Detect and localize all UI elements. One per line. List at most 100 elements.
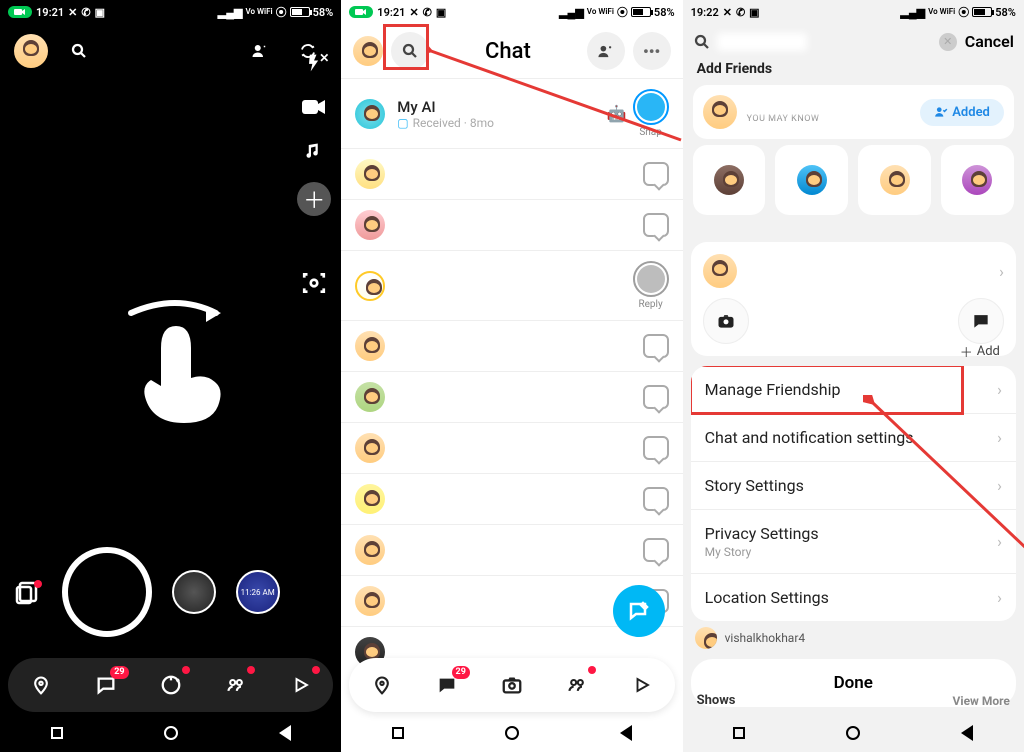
bottom-nav: 29	[8, 658, 333, 712]
clear-search-icon[interactable]: ✕	[939, 33, 957, 51]
status-bar: 19:21 ✕ ✆ ▣ ▂▄▆ Vo WiFi ⦿ 58%	[0, 0, 341, 24]
wifi-icon: ⦿	[276, 4, 287, 20]
status-bar: 19:22 ✕ ✆ ▣ ▂▄▆ Vo WiFi ⦿ 58%	[683, 0, 1024, 24]
back-button[interactable]	[620, 725, 632, 741]
profile-avatar[interactable]	[353, 36, 383, 66]
send-chat-button[interactable]	[958, 298, 1004, 344]
chat-tab[interactable]: 29	[430, 668, 464, 702]
chat-row[interactable]	[341, 371, 682, 422]
music-icon[interactable]	[301, 138, 327, 164]
dnd-icon: ✕	[409, 6, 418, 19]
received-icon: ▢	[397, 116, 408, 130]
avatar	[355, 586, 385, 616]
discover-tab[interactable]	[154, 668, 188, 702]
home-button[interactable]	[846, 726, 860, 740]
chat-badge: 29	[452, 666, 470, 679]
chat-row[interactable]	[341, 320, 682, 371]
flash-icon[interactable]: ✕	[301, 50, 327, 76]
bottom-nav: 29	[349, 658, 674, 712]
back-button[interactable]	[279, 725, 291, 741]
chat-row[interactable]	[341, 524, 682, 575]
video-icon[interactable]	[301, 94, 327, 120]
suggestion-avatar[interactable]	[693, 145, 766, 215]
spotlight-tab[interactable]	[625, 668, 659, 702]
map-tab[interactable]	[365, 668, 399, 702]
add-friend-button[interactable]	[241, 32, 279, 70]
avatar	[355, 159, 385, 189]
chat-row[interactable]	[341, 199, 682, 250]
chat-row[interactable]	[341, 422, 682, 473]
chat-row[interactable]	[341, 148, 682, 199]
whatsapp-icon: ✆	[81, 6, 90, 19]
added-button[interactable]: Added	[920, 99, 1004, 126]
profile-avatar[interactable]	[14, 34, 48, 68]
reply-ring[interactable]	[633, 261, 669, 297]
lens-carousel-item-2[interactable]: 11:26 AM	[236, 570, 280, 614]
avatar	[355, 382, 385, 412]
chevron-right-icon: ›	[997, 588, 1002, 607]
camera-chat-icon[interactable]	[643, 334, 669, 358]
suggestion-avatar[interactable]	[858, 145, 931, 215]
scan-icon[interactable]	[301, 270, 327, 296]
compose-button[interactable]	[613, 585, 665, 637]
clock: 19:21	[377, 6, 405, 19]
send-snap-button[interactable]	[703, 298, 749, 344]
avatar-myai	[355, 99, 385, 129]
suggestion-avatar[interactable]	[941, 145, 1014, 215]
stories-tab[interactable]	[560, 668, 594, 702]
chat-tab[interactable]: 29	[89, 668, 123, 702]
avatar	[703, 95, 737, 129]
dnd-icon: ✕	[68, 6, 77, 19]
spotlight-tab[interactable]	[284, 668, 318, 702]
add-friend-small[interactable]: ＋Add	[960, 342, 1000, 361]
privacy-settings-row[interactable]: Privacy Settings My Story ›	[691, 510, 1016, 574]
friend-suggestion-card[interactable]: YOU MAY KNOW Added	[693, 85, 1014, 139]
chat-row-my-ai[interactable]: My AI ▢ Received · 8mo 🤖 Snap	[341, 78, 682, 148]
friend-name-redacted	[747, 100, 857, 114]
shutter-button[interactable]	[62, 547, 152, 637]
whatsapp-icon: ✆	[736, 6, 745, 19]
search-button[interactable]	[60, 32, 98, 70]
home-button[interactable]	[164, 726, 178, 740]
recents-button[interactable]	[733, 727, 745, 739]
chat-notif-settings-row[interactable]: Chat and notification settings ›	[691, 414, 1016, 462]
avatar	[355, 535, 385, 565]
more-tools-button[interactable]: ＋	[297, 182, 331, 216]
story-settings-row[interactable]: Story Settings ›	[691, 462, 1016, 510]
story-ring[interactable]	[633, 89, 669, 125]
camera-chat-icon[interactable]	[643, 436, 669, 460]
map-tab[interactable]	[24, 668, 58, 702]
search-query-redacted	[717, 33, 807, 51]
manage-friendship-row[interactable]: Manage Friendship ›	[691, 366, 1016, 414]
swipe-gesture-graphic	[106, 288, 236, 432]
camera-chat-icon[interactable]	[643, 385, 669, 409]
profile-header-row[interactable]: ›	[703, 254, 1004, 288]
chevron-right-icon: ›	[997, 428, 1002, 447]
add-friend-button[interactable]	[587, 32, 625, 70]
battery-percent: 58%	[313, 6, 334, 19]
view-more-link[interactable]: View More	[953, 694, 1010, 708]
chat-row[interactable]: Reply	[341, 250, 682, 320]
chat-row[interactable]	[341, 473, 682, 524]
location-settings-row[interactable]: Location Settings ›	[691, 574, 1016, 621]
camera-chat-icon[interactable]	[643, 162, 669, 186]
chat-name: My AI	[397, 98, 594, 116]
more-button[interactable]: •••	[633, 32, 671, 70]
clock: 19:21	[36, 6, 64, 19]
friend-sub: YOU MAY KNOW	[747, 114, 857, 124]
search-input[interactable]: ✕	[693, 33, 957, 51]
recents-button[interactable]	[51, 727, 63, 739]
section-title: Add Friends	[683, 59, 1024, 79]
stories-tab[interactable]	[219, 668, 253, 702]
camera-chat-icon[interactable]	[643, 538, 669, 562]
cancel-button[interactable]: Cancel	[965, 32, 1014, 51]
recents-button[interactable]	[392, 727, 404, 739]
camera-chat-icon[interactable]	[643, 487, 669, 511]
friend-settings-screen: 19:22 ✕ ✆ ▣ ▂▄▆ Vo WiFi ⦿ 58% ✕ Cancel A…	[683, 0, 1024, 752]
camera-chat-icon[interactable]	[643, 213, 669, 237]
suggestion-avatar[interactable]	[775, 145, 848, 215]
home-button[interactable]	[505, 726, 519, 740]
lens-carousel-item-1[interactable]	[172, 570, 216, 614]
back-button[interactable]	[961, 725, 973, 741]
camera-tab[interactable]	[495, 668, 529, 702]
